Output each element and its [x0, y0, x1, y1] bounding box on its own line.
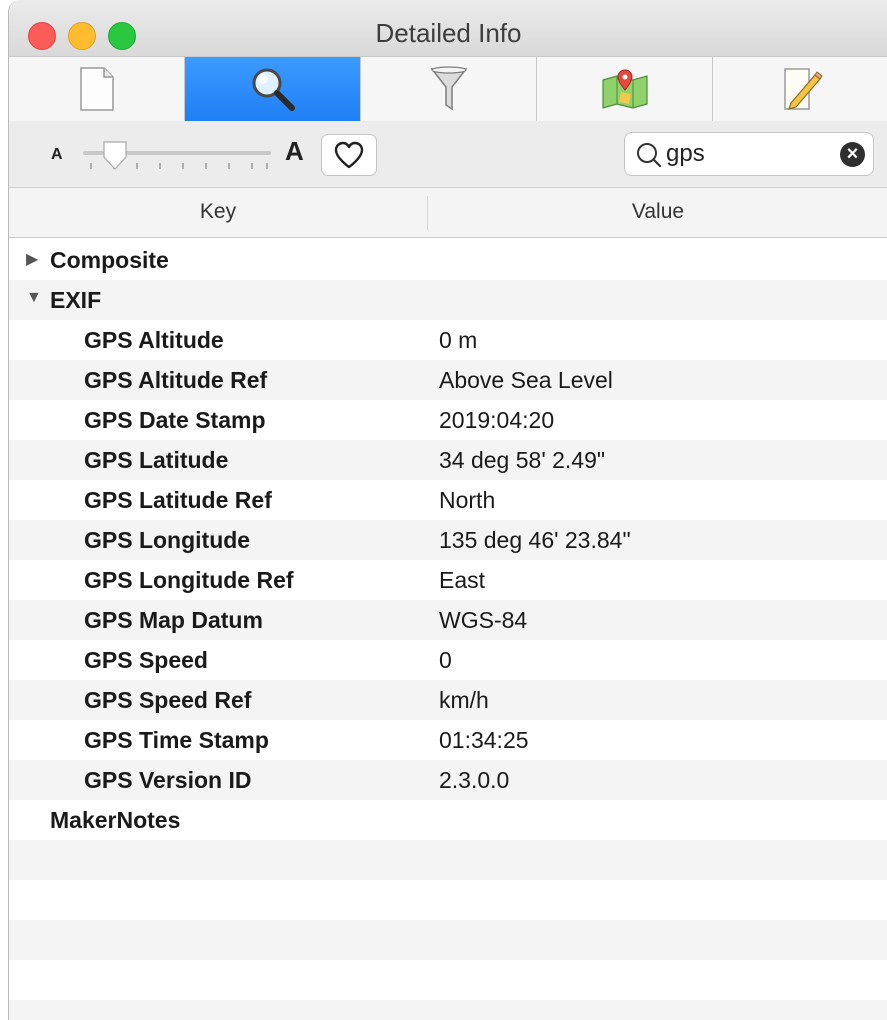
table-row[interactable]: GPS Speed 0	[9, 640, 887, 680]
row-value: km/h	[439, 687, 489, 713]
table-row[interactable]: GPS Date Stamp 2019:04:20	[9, 400, 887, 440]
empty-row	[9, 880, 887, 920]
row-value: East	[439, 567, 486, 593]
table-row[interactable]: GPS Latitude 34 deg 58' 2.49"	[9, 440, 887, 480]
empty-row	[9, 840, 887, 880]
disclosure-triangle-expanded-icon[interactable]: ▼	[26, 289, 42, 307]
table-row[interactable]: GPS Longitude Ref East	[9, 560, 887, 600]
tab-filter[interactable]	[361, 57, 537, 121]
window-title: Detailed Info	[375, 18, 522, 48]
font-size-slider[interactable]	[81, 139, 281, 179]
table-row[interactable]: GPS Speed Ref km/h	[9, 680, 887, 720]
metadata-table: ▶ Composite ▼ EXIF GPS Altitude 0 m GPS A…	[9, 240, 887, 1020]
toolbar: A A gps ×	[9, 121, 887, 188]
row-key: GPS Map Datum	[84, 607, 263, 633]
row-value: 34 deg 58' 2.49"	[439, 447, 606, 473]
row-key: GPS Speed Ref	[84, 687, 252, 713]
row-key: GPS Altitude Ref	[84, 367, 268, 393]
row-key: GPS Latitude	[84, 447, 229, 473]
row-key: GPS Version ID	[84, 767, 252, 793]
group-label: EXIF	[50, 287, 102, 313]
table-row[interactable]: GPS Map Datum WGS-84	[9, 600, 887, 640]
row-key: GPS Date Stamp	[84, 407, 266, 433]
empty-row	[9, 920, 887, 960]
tab-notes[interactable]	[713, 57, 887, 121]
group-row-composite[interactable]: ▶ Composite	[9, 240, 887, 280]
search-icon	[637, 143, 662, 168]
title-bar[interactable]: Detailed Info	[9, 0, 887, 56]
row-value: 0	[439, 647, 452, 673]
row-value: North	[439, 487, 496, 513]
table-header: Key Value	[9, 188, 887, 238]
tab-bar	[9, 56, 887, 122]
table-row[interactable]: GPS Latitude Ref North	[9, 480, 887, 520]
row-value: 135 deg 46' 23.84"	[439, 527, 631, 553]
document-icon	[79, 67, 114, 111]
tab-document[interactable]	[9, 57, 185, 121]
row-key: GPS Time Stamp	[84, 727, 269, 753]
pencil-note-icon	[783, 68, 823, 110]
table-row[interactable]: GPS Time Stamp 01:34:25	[9, 720, 887, 760]
font-size-large-label: A	[285, 136, 304, 166]
row-value: Above Sea Level	[439, 367, 613, 393]
row-key: GPS Speed	[84, 647, 208, 673]
table-row[interactable]: GPS Altitude 0 m	[9, 320, 887, 360]
row-value: WGS-84	[439, 607, 528, 633]
row-key: GPS Longitude	[84, 527, 251, 553]
empty-row	[9, 960, 887, 1000]
clear-search-icon[interactable]: ×	[840, 142, 865, 167]
map-icon	[601, 69, 648, 109]
heart-icon	[334, 141, 364, 169]
detailed-info-window: Detailed Info A A gps × Key Value ▶ Comp…	[8, 0, 887, 1020]
row-value: 01:34:25	[439, 727, 529, 753]
search-field[interactable]: gps ×	[624, 132, 874, 176]
row-value: 2019:04:20	[439, 407, 555, 433]
group-row-exif[interactable]: ▼ EXIF	[9, 280, 887, 320]
row-value: 0 m	[439, 327, 478, 353]
group-row-makernotes[interactable]: MakerNotes	[9, 800, 887, 840]
row-value: 2.3.0.0	[439, 767, 510, 793]
column-header-key[interactable]: Key	[9, 200, 427, 224]
table-row[interactable]: GPS Altitude Ref Above Sea Level	[9, 360, 887, 400]
group-label: MakerNotes	[50, 807, 181, 833]
font-size-small-label: A	[51, 146, 63, 163]
table-row[interactable]: GPS Longitude 135 deg 46' 23.84"	[9, 520, 887, 560]
column-header-value[interactable]: Value	[428, 200, 887, 224]
favorite-button[interactable]	[321, 134, 377, 176]
row-key: GPS Altitude	[84, 327, 224, 353]
funnel-icon	[429, 66, 468, 111]
row-key: GPS Longitude Ref	[84, 567, 294, 593]
row-key: GPS Latitude Ref	[84, 487, 272, 513]
empty-row	[9, 1000, 887, 1020]
tab-map[interactable]	[537, 57, 713, 121]
tab-search[interactable]	[185, 57, 361, 121]
magnifier-icon	[252, 68, 295, 111]
disclosure-triangle-collapsed-icon[interactable]: ▶	[26, 249, 38, 269]
group-label: Composite	[50, 247, 169, 273]
table-row[interactable]: GPS Version ID 2.3.0.0	[9, 760, 887, 800]
search-input[interactable]: gps	[666, 140, 705, 168]
